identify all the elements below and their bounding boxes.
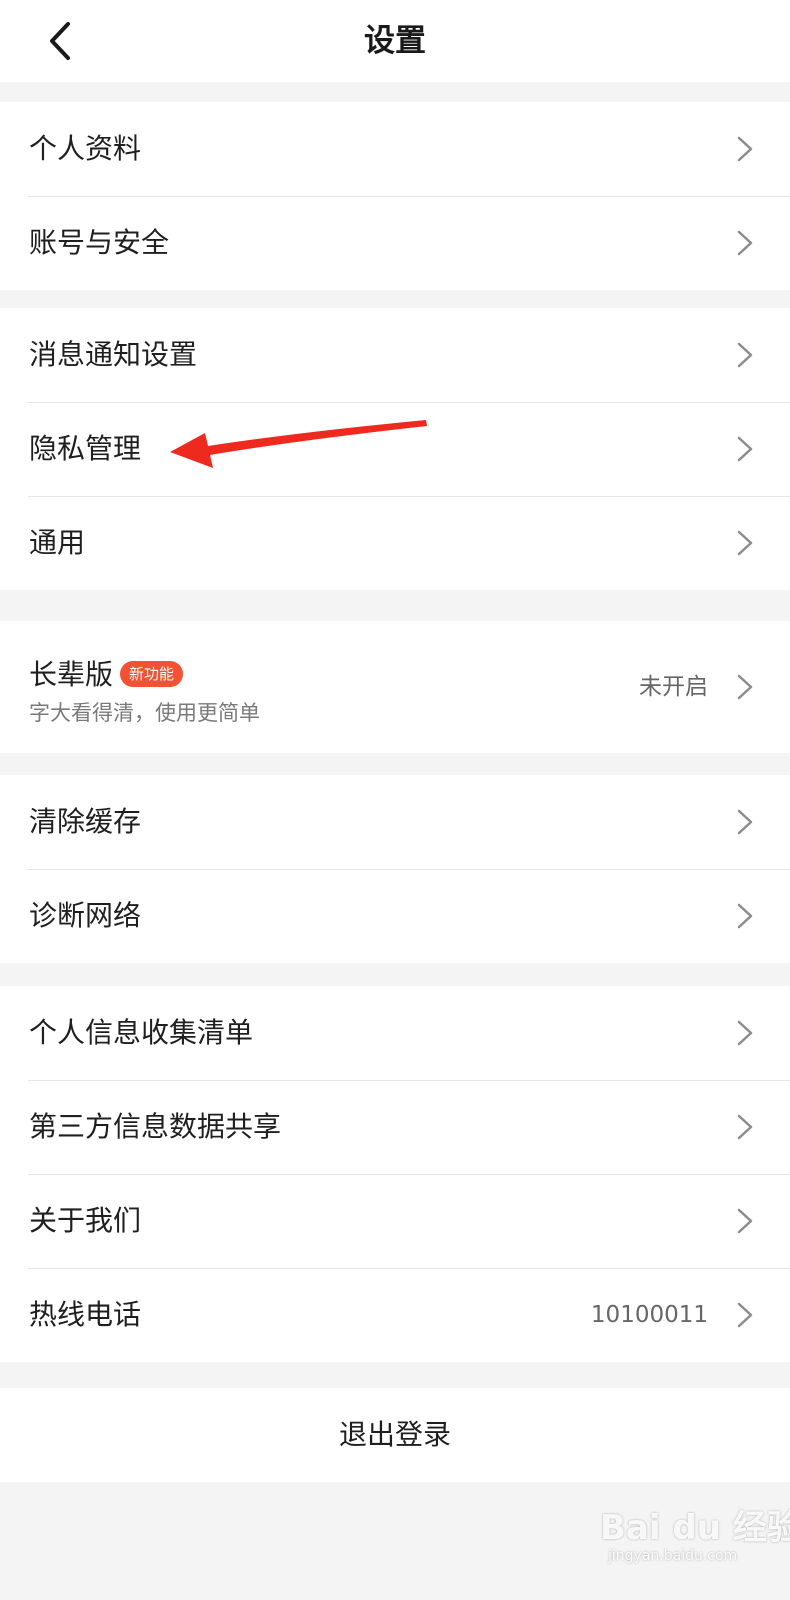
chevron-right-icon bbox=[737, 136, 753, 162]
chevron-right-icon bbox=[737, 342, 753, 368]
settings-item-label: 诊断网络 bbox=[29, 899, 142, 932]
chevron-right-icon bbox=[737, 1302, 753, 1328]
settings-group-about: 个人信息收集清单 第三方信息数据共享 关于我们 热线电话 10100011 bbox=[0, 986, 790, 1362]
elder-mode-subtitle: 字大看得清，使用更简单 bbox=[29, 701, 260, 725]
chevron-right-icon bbox=[737, 1020, 753, 1046]
settings-item-label: 热线电话 bbox=[29, 1298, 142, 1331]
chevron-right-icon bbox=[737, 230, 753, 256]
settings-item-personal-info-list[interactable]: 个人信息收集清单 bbox=[0, 986, 790, 1080]
settings-item-hotline[interactable]: 热线电话 10100011 bbox=[0, 1268, 790, 1362]
settings-item-label: 隐私管理 bbox=[29, 432, 142, 465]
hotline-number: 10100011 bbox=[590, 1302, 708, 1328]
settings-group-general: 消息通知设置 隐私管理 通用 bbox=[0, 308, 790, 590]
page-title: 设置 bbox=[364, 23, 426, 59]
elder-mode-status: 未开启 bbox=[639, 674, 708, 700]
header-bar: 设置 bbox=[0, 0, 790, 82]
settings-item-third-party-sharing[interactable]: 第三方信息数据共享 bbox=[0, 1080, 790, 1174]
chevron-right-icon bbox=[737, 903, 753, 929]
settings-group-profile: 个人资料 账号与安全 bbox=[0, 102, 790, 290]
settings-item-label: 个人信息收集清单 bbox=[29, 1016, 254, 1049]
settings-group-maintenance: 清除缓存 诊断网络 bbox=[0, 775, 790, 963]
settings-item-label: 消息通知设置 bbox=[29, 338, 198, 371]
watermark-logo: Bai du 经验 bbox=[600, 1508, 790, 1548]
settings-item-label: 第三方信息数据共享 bbox=[29, 1110, 282, 1143]
chevron-right-icon bbox=[737, 809, 753, 835]
elder-mode-title: 长辈版 bbox=[29, 658, 114, 691]
settings-item-general[interactable]: 通用 bbox=[0, 496, 790, 590]
settings-item-label: 个人资料 bbox=[29, 132, 142, 165]
new-feature-badge: 新功能 bbox=[120, 661, 184, 687]
settings-group-elder: 长辈版 新功能 字大看得清，使用更简单 未开启 bbox=[0, 621, 790, 753]
chevron-right-icon bbox=[737, 674, 753, 700]
logout-button[interactable]: 退出登录 bbox=[0, 1388, 790, 1482]
settings-item-label: 账号与安全 bbox=[29, 226, 170, 259]
settings-item-elder-mode[interactable]: 长辈版 新功能 字大看得清，使用更简单 未开启 bbox=[0, 621, 790, 753]
settings-item-label: 关于我们 bbox=[29, 1204, 142, 1237]
settings-item-profile[interactable]: 个人资料 bbox=[0, 102, 790, 196]
settings-item-label: 通用 bbox=[29, 526, 86, 559]
chevron-right-icon bbox=[737, 530, 753, 556]
settings-item-diagnose-network[interactable]: 诊断网络 bbox=[0, 869, 790, 963]
settings-item-privacy[interactable]: 隐私管理 bbox=[0, 402, 790, 496]
settings-item-account-security[interactable]: 账号与安全 bbox=[0, 196, 790, 290]
settings-item-about-us[interactable]: 关于我们 bbox=[0, 1174, 790, 1268]
chevron-right-icon bbox=[737, 436, 753, 462]
settings-item-label: 清除缓存 bbox=[29, 805, 142, 838]
watermark: Bai du 经验 jingyan.baidu.com bbox=[600, 1500, 790, 1580]
chevron-right-icon bbox=[737, 1114, 753, 1140]
watermark-url: jingyan.baidu.com bbox=[608, 1548, 738, 1564]
settings-item-clear-cache[interactable]: 清除缓存 bbox=[0, 775, 790, 869]
chevron-right-icon bbox=[737, 1208, 753, 1234]
settings-item-notifications[interactable]: 消息通知设置 bbox=[0, 308, 790, 402]
